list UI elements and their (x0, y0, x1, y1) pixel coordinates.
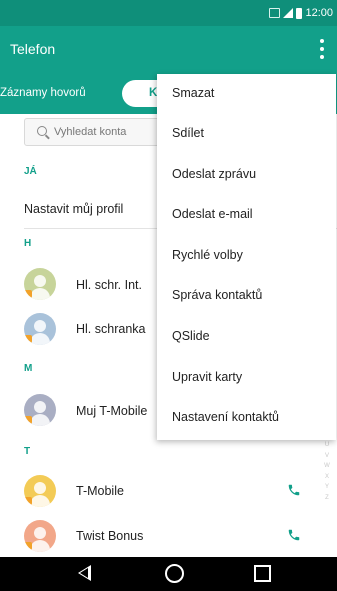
avatar (24, 520, 56, 552)
home-icon[interactable] (165, 564, 184, 583)
menu-item-send-email[interactable]: Odeslat e-mail (157, 195, 336, 235)
back-icon[interactable] (78, 565, 91, 581)
index-letter[interactable]: X (322, 472, 332, 483)
battery-icon (296, 7, 303, 19)
section-header-t: T (24, 446, 31, 457)
menu-item-label: Rychlé volby (172, 248, 243, 262)
tab-call-log[interactable]: Záznamy hovorů (0, 87, 86, 99)
menu-item-speed-dial[interactable]: Rychlé volby (157, 236, 336, 276)
menu-item-manage-contacts[interactable]: Správa kontaktů (157, 276, 336, 316)
menu-item-label: Sdílet (172, 126, 204, 140)
set-profile-item[interactable]: Nastavit můj profil (24, 202, 123, 216)
menu-item-label: Smazat (172, 86, 215, 100)
navigation-bar (0, 557, 337, 591)
menu-item-contact-settings[interactable]: Nastavení kontaktů (157, 398, 336, 438)
avatar (24, 313, 56, 345)
menu-item-label: Odeslat e-mail (172, 207, 253, 221)
alphabet-index[interactable]: U V W X Y Z (322, 440, 332, 503)
index-letter[interactable]: W (322, 461, 332, 472)
menu-item-label: Správa kontaktů (172, 288, 263, 302)
menu-item-delete[interactable]: Smazat (157, 74, 336, 114)
contact-name[interactable]: Twist Bonus (76, 529, 143, 543)
phone-icon[interactable] (287, 483, 301, 497)
app-bar: Telefon (0, 26, 337, 74)
menu-item-share[interactable]: Sdílet (157, 114, 336, 154)
sim-icon (269, 8, 281, 18)
status-icons: 12:00 (269, 6, 333, 20)
avatar (24, 394, 56, 426)
overflow-menu: Smazat Sdílet Odeslat zprávu Odeslat e-m… (157, 74, 336, 440)
avatar (24, 268, 56, 300)
index-letter[interactable]: Y (322, 482, 332, 493)
index-letter[interactable]: V (322, 451, 332, 462)
menu-item-qslide[interactable]: QSlide (157, 317, 336, 357)
search-icon (37, 126, 47, 136)
menu-item-send-message[interactable]: Odeslat zprávu (157, 155, 336, 195)
index-letter[interactable]: U (322, 440, 332, 451)
section-header-m: M (24, 363, 33, 374)
section-header-h: H (24, 238, 32, 249)
search-placeholder: Vyhledat konta (54, 126, 127, 138)
contact-name[interactable]: Muj T-Mobile (76, 404, 147, 418)
menu-item-label: QSlide (172, 329, 210, 343)
avatar (24, 475, 56, 507)
index-letter[interactable]: Z (322, 493, 332, 504)
contact-name[interactable]: Hl. schranka (76, 322, 145, 336)
phone-icon[interactable] (287, 528, 301, 542)
menu-item-label: Nastavení kontaktů (172, 410, 280, 424)
app-title: Telefon (10, 41, 56, 57)
status-time: 12:00 (305, 7, 333, 19)
section-header-me: JÁ (24, 166, 37, 177)
contact-name[interactable]: T-Mobile (76, 484, 124, 498)
recents-icon[interactable] (254, 565, 271, 582)
overflow-menu-icon[interactable] (317, 39, 327, 59)
menu-item-edit-tabs[interactable]: Upravit karty (157, 358, 336, 398)
status-bar: 12:00 (0, 0, 337, 26)
menu-item-label: Upravit karty (172, 370, 243, 384)
signal-icon (283, 8, 294, 18)
menu-item-label: Odeslat zprávu (172, 167, 257, 181)
contact-name[interactable]: Hl. schr. Int. (76, 278, 142, 292)
